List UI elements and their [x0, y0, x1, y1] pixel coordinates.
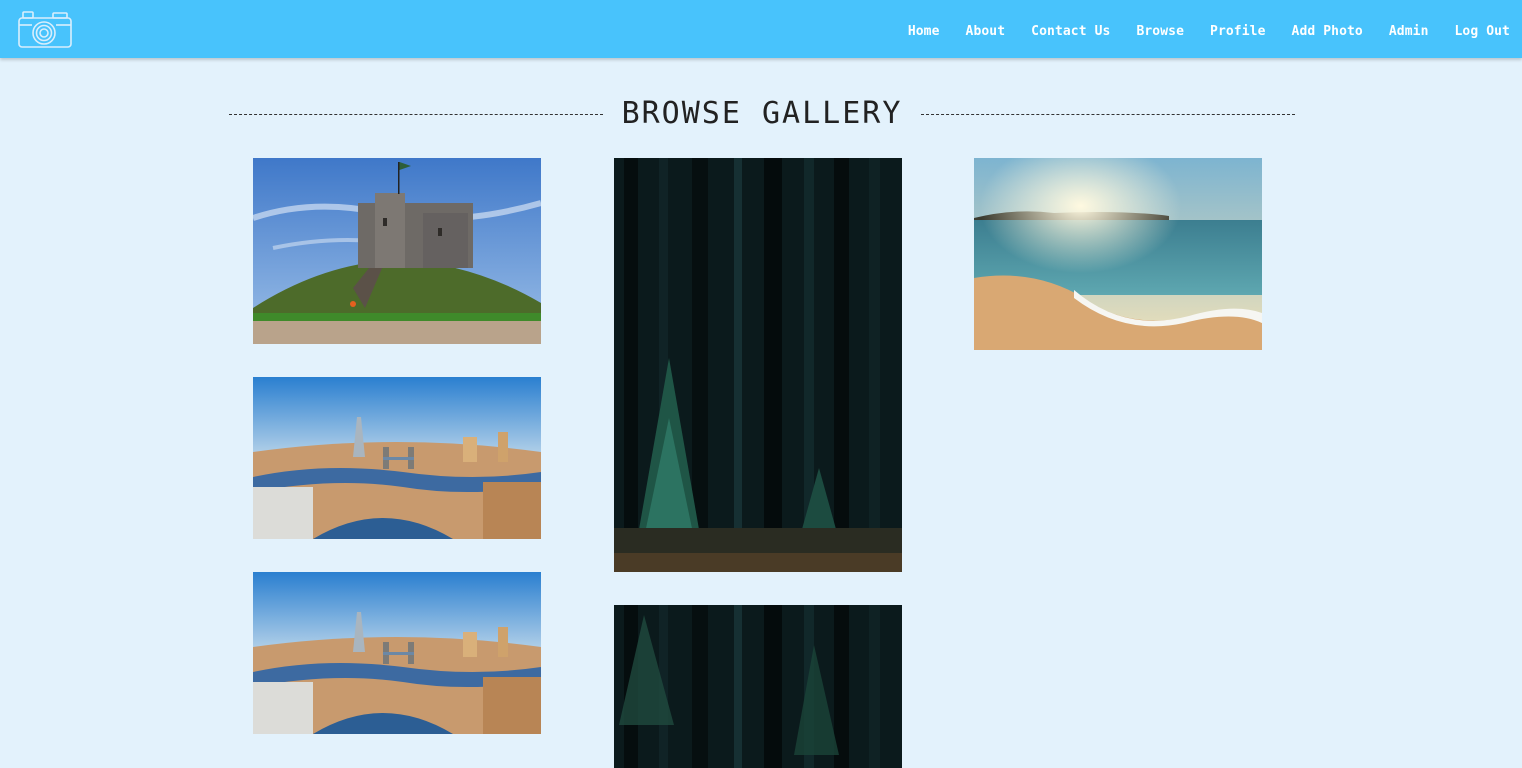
- nav-menu: Home About Contact Us Browse Profile Add…: [882, 0, 1510, 58]
- nav-profile-link[interactable]: Profile: [1210, 24, 1266, 39]
- page-title: BROWSE GALLERY: [621, 95, 903, 131]
- gallery-photo-london[interactable]: [253, 377, 541, 539]
- heading-divider-right: [921, 114, 1295, 115]
- gallery-heading-row: BROWSE GALLERY: [229, 88, 1295, 138]
- heading-divider-left: [229, 114, 603, 115]
- gallery-photo-forest[interactable]: [614, 158, 902, 572]
- nav-admin-link[interactable]: Admin: [1389, 24, 1429, 39]
- camera-icon[interactable]: [17, 9, 73, 49]
- nav-about-link[interactable]: About: [966, 24, 1006, 39]
- nav-browse-link[interactable]: Browse: [1136, 24, 1184, 39]
- nav-logout-link[interactable]: Log Out: [1455, 24, 1511, 39]
- navbar: Home About Contact Us Browse Profile Add…: [0, 0, 1522, 58]
- nav-add-photo-link[interactable]: Add Photo: [1292, 24, 1363, 39]
- gallery-photo-london-duplicate[interactable]: [253, 572, 541, 734]
- nav-contact-link[interactable]: Contact Us: [1031, 24, 1110, 39]
- nav-home-link[interactable]: Home: [908, 24, 940, 39]
- gallery-photo-castle[interactable]: [253, 158, 541, 344]
- gallery-photo-beach[interactable]: [974, 158, 1262, 350]
- gallery-photo-forest-duplicate[interactable]: [614, 605, 902, 768]
